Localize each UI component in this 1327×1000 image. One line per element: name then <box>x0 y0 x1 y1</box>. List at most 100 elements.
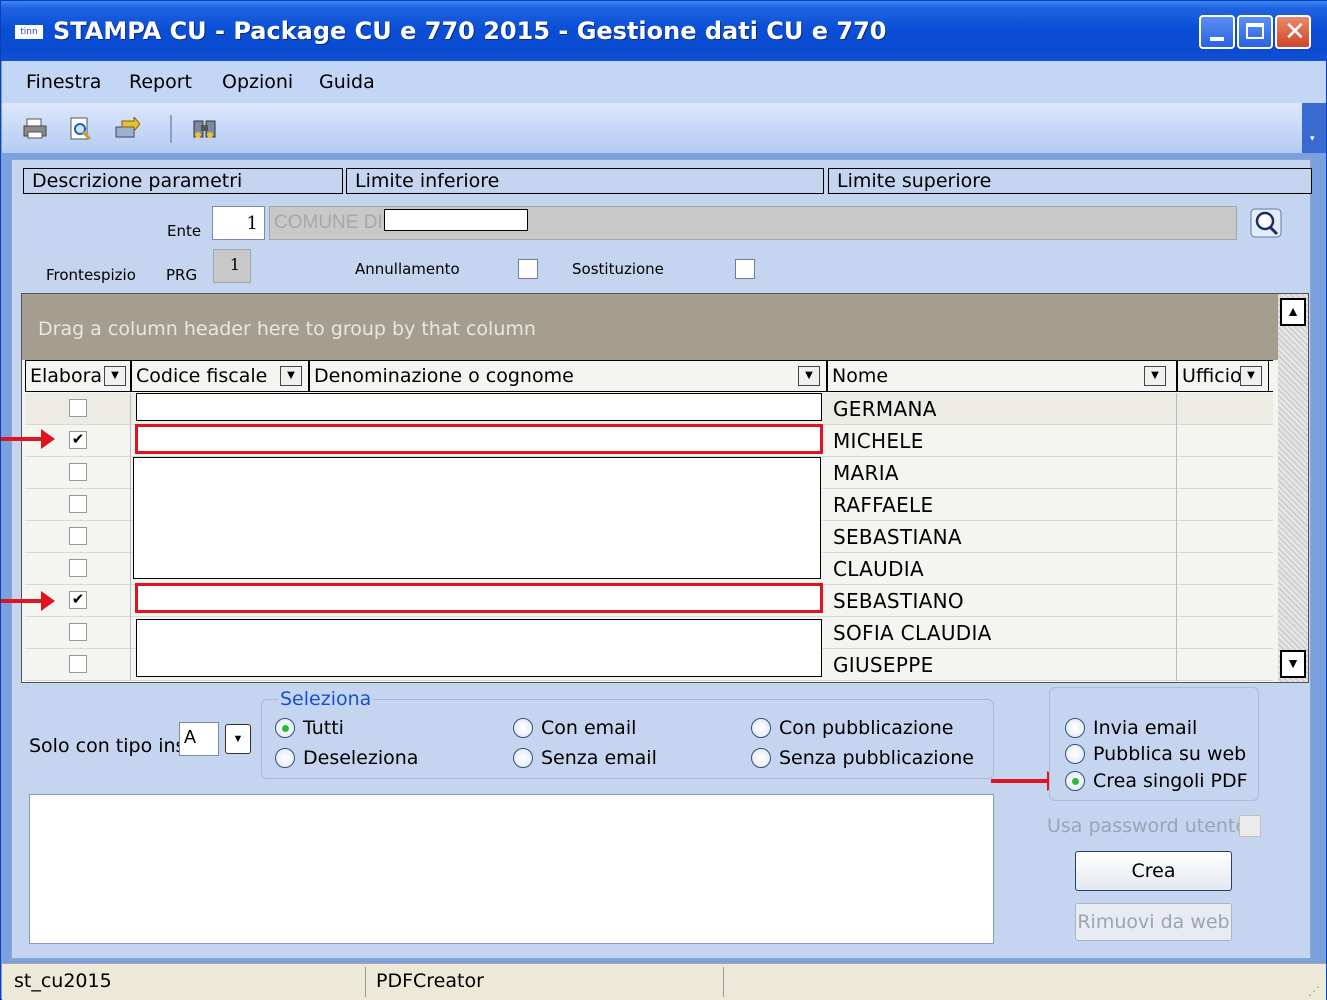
nome-value: MICHELE <box>833 429 924 453</box>
nome-value: RAFFAELE <box>833 493 934 517</box>
radio-con-pubblicazione[interactable] <box>751 718 771 738</box>
elabora-checkbox[interactable] <box>69 399 87 417</box>
ente-label: Ente <box>167 222 202 240</box>
tipo-ins-field[interactable]: A <box>179 722 219 756</box>
nome-value: SEBASTIANO <box>833 589 964 613</box>
ente-code-field[interactable]: 1 <box>212 206 265 240</box>
radio-con-email-label[interactable]: Con email <box>541 717 636 739</box>
prg-field: 1 <box>213 249 251 283</box>
redacted-row-cells <box>133 457 821 579</box>
column-elabora[interactable]: Elabora ▼ <box>25 361 131 392</box>
nome-value: GIUSEPPE <box>833 653 934 677</box>
chevron-down-icon[interactable]: ▼ <box>798 366 820 386</box>
chevron-down-icon[interactable]: ▼ <box>1144 366 1166 386</box>
radio-invia-email-label[interactable]: Invia email <box>1093 717 1197 739</box>
ente-description-field: COMUNE DI <box>269 206 1237 240</box>
resize-grip-icon[interactable]: ⋰ <box>1308 984 1320 998</box>
column-denominazione[interactable]: Denominazione o cognome ▼ <box>309 361 827 392</box>
chevron-down-icon[interactable]: ▼ <box>280 366 302 386</box>
elabora-checkbox[interactable] <box>69 623 87 641</box>
close-button[interactable]: ✕ <box>1275 15 1311 49</box>
redacted-row-cells <box>136 393 822 421</box>
tipo-ins-dropdown-button[interactable]: ▼ <box>225 724 251 754</box>
annullamento-checkbox[interactable] <box>518 259 538 279</box>
nome-value: CLAUDIA <box>833 557 924 581</box>
menu-guida[interactable]: Guida <box>319 71 375 93</box>
menu-opzioni[interactable]: Opzioni <box>222 71 293 93</box>
annotation-arrow <box>991 771 1061 791</box>
toolbar: ▾ <box>2 103 1326 153</box>
radio-con-pubblicazione-label[interactable]: Con pubblicazione <box>779 717 953 739</box>
elabora-checkbox[interactable]: ✔ <box>69 431 87 449</box>
radio-deseleziona-label[interactable]: Deseleziona <box>303 747 418 769</box>
seleziona-title: Seleziona <box>278 688 374 710</box>
crea-button[interactable]: Crea <box>1075 851 1232 891</box>
status-bar: st_cu2015 PDFCreator ⋰ <box>2 963 1326 1000</box>
elabora-checkbox[interactable] <box>69 463 87 481</box>
radio-invia-email[interactable] <box>1065 718 1085 738</box>
rimuovi-da-web-button[interactable]: Rimuovi da web <box>1075 903 1232 941</box>
menu-report[interactable]: Report <box>129 71 192 93</box>
radio-crea-singoli-pdf[interactable] <box>1065 771 1085 791</box>
radio-senza-email[interactable] <box>513 748 533 768</box>
radio-deseleziona[interactable] <box>275 748 295 768</box>
ente-description-text: COMUNE DI <box>274 212 383 233</box>
log-textarea[interactable] <box>29 794 994 944</box>
chevron-down-icon: ▼ <box>232 733 244 745</box>
print-icon[interactable] <box>22 117 48 141</box>
radio-senza-email-label[interactable]: Senza email <box>541 747 657 769</box>
group-by-panel[interactable]: Drag a column header here to group by th… <box>22 294 1278 360</box>
highlighted-row-cells <box>135 583 823 613</box>
minimize-button[interactable] <box>1199 15 1235 49</box>
column-ufficio-label: Ufficio <box>1182 365 1242 387</box>
radio-tutti-label[interactable]: Tutti <box>303 717 344 739</box>
column-nome[interactable]: Nome ▼ <box>827 361 1177 392</box>
elabora-cell <box>25 617 131 649</box>
maximize-button[interactable] <box>1237 15 1273 49</box>
annullamento-label: Annullamento <box>355 260 460 278</box>
toolbar-overflow-button[interactable]: ▾ <box>1302 103 1326 153</box>
scroll-down-button[interactable]: ▼ <box>1280 650 1306 678</box>
elabora-cell <box>25 393 131 425</box>
title-bar[interactable]: tinn STAMPA CU - Package CU e 770 2015 -… <box>1 1 1327 61</box>
binoculars-icon[interactable] <box>192 117 218 141</box>
chevron-down-icon[interactable]: ▼ <box>1240 366 1262 386</box>
nome-value: SOFIA CLAUDIA <box>833 621 992 645</box>
usa-password-label: Usa password utente <box>1047 815 1248 837</box>
elabora-checkbox[interactable] <box>69 527 87 545</box>
elabora-cell <box>25 649 131 681</box>
window-title: STAMPA CU - Package CU e 770 2015 - Gest… <box>53 17 887 45</box>
usa-password-checkbox[interactable] <box>1239 815 1261 837</box>
header-descrizione-parametri: Descrizione parametri <box>23 168 343 194</box>
elabora-cell <box>25 521 131 553</box>
elabora-checkbox[interactable] <box>69 655 87 673</box>
radio-pubblica-web-label[interactable]: Pubblica su web <box>1093 743 1246 765</box>
radio-senza-pubblicazione[interactable] <box>751 748 771 768</box>
elabora-checkbox[interactable] <box>69 495 87 513</box>
grid-vertical-scrollbar[interactable]: ▲ ▼ <box>1278 294 1308 682</box>
column-ufficio[interactable]: Ufficio ▼ <box>1177 361 1269 392</box>
radio-pubblica-web[interactable] <box>1065 744 1085 764</box>
radio-con-email[interactable] <box>513 718 533 738</box>
app-icon: tinn <box>15 25 43 39</box>
radio-crea-singoli-pdf-label[interactable]: Crea singoli PDF <box>1093 770 1248 792</box>
redacted-field <box>384 209 528 231</box>
chevron-down-icon[interactable]: ▼ <box>104 366 126 386</box>
radio-tutti[interactable] <box>275 718 295 738</box>
redacted-row-cells <box>136 619 822 677</box>
elabora-checkbox[interactable]: ✔ <box>69 591 87 609</box>
print-preview-icon[interactable] <box>68 117 94 141</box>
scroll-up-button[interactable]: ▲ <box>1280 298 1306 326</box>
status-panel-empty <box>730 967 1300 997</box>
menu-finestra[interactable]: Finestra <box>26 71 101 93</box>
nome-value: SEBASTIANA <box>833 525 962 549</box>
column-codice-fiscale[interactable]: Codice fiscale ▼ <box>131 361 309 392</box>
sostituzione-checkbox[interactable] <box>735 259 755 279</box>
highlighted-row-cells <box>135 424 823 454</box>
search-icon[interactable] <box>1250 208 1284 240</box>
radio-senza-pubblicazione-label[interactable]: Senza pubblicazione <box>779 747 974 769</box>
elabora-checkbox[interactable] <box>69 559 87 577</box>
column-nome-label: Nome <box>832 365 889 387</box>
column-denominazione-label: Denominazione o cognome <box>314 365 574 387</box>
export-icon[interactable] <box>114 115 141 141</box>
